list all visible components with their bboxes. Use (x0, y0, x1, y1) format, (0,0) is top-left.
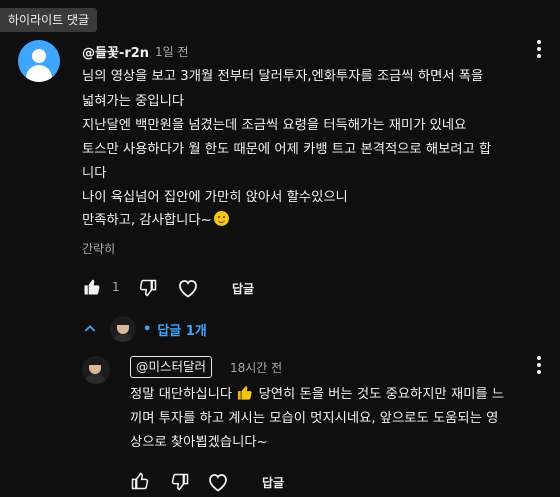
separator-dot: • (143, 321, 152, 337)
comment-text-line: 나이 육십넘어 집안에 가만히 앉아서 할수있으니 (82, 190, 348, 205)
reply-author-avatar[interactable] (82, 356, 110, 384)
comment-text-line: 님의 영상을 보고 3개월 전부터 달러투자,엔화투자를 조금씩 하면서 폭을 (82, 69, 484, 84)
reply-reply-button[interactable]: 답글 (262, 474, 284, 491)
creator-mini-avatar (110, 316, 136, 342)
dislike-icon[interactable] (138, 278, 158, 298)
reply-text-line-1: 정말 대단하십니다 당연히 돈을 버는 것도 중요하지만 재미를 느 (130, 384, 504, 405)
commenter-avatar[interactable] (18, 40, 60, 82)
show-less-button[interactable]: 간략히 (82, 240, 115, 257)
reply-dislike-icon[interactable] (170, 472, 190, 492)
reply-text-segment: 정말 대단하십니다 (130, 387, 233, 402)
reply-button[interactable]: 답글 (232, 280, 254, 297)
chevron-up-icon (84, 325, 96, 332)
heart-icon[interactable] (176, 276, 200, 300)
replies-toggle[interactable]: • 답글 1개 (82, 314, 207, 344)
reply-like-icon[interactable] (130, 471, 150, 491)
comment-time[interactable]: 1일 전 (155, 43, 189, 60)
reply-heart-icon[interactable] (206, 470, 230, 494)
reply-author-mention[interactable]: @미스터달러 (130, 356, 213, 378)
reply-text-line: 끼며 투자를 하고 계시는 모습이 멋지시네요, 앞으로도 도움되는 영 (130, 411, 499, 426)
comment-text-line: 지난달엔 백만원을 넘겼는데 조금씩 요령을 터득해가는 재미가 있네요 (82, 118, 467, 133)
comment-text-line-last: 만족하고, 감사합니다~ (82, 211, 229, 231)
comment-text-line: 넓혀가는 중입니다 (82, 94, 185, 109)
comment-more-actions-icon[interactable] (536, 40, 542, 60)
replies-count-label: 답글 1개 (157, 323, 207, 339)
reply-text-segment: 당연히 돈을 버는 것도 중요하지만 재미를 느 (258, 387, 505, 402)
reply-text-line: 상으로 찾아뵙겠습니다~ (130, 435, 268, 450)
thumbs-up-emoji (238, 386, 252, 400)
highlighted-comment-badge: 하이라이트 댓글 (0, 8, 98, 32)
comment-author[interactable]: @들꽃-r2n (82, 42, 149, 61)
comment-text-line: 만족하고, 감사합니다~ (82, 213, 212, 228)
reply-more-actions-icon[interactable] (536, 356, 542, 376)
comment-text-line: 니다 (82, 166, 107, 181)
comment-text-line: 토스만 사용하다가 월 한도 때문에 어제 카뱅 트고 본격적으로 해보려고 합 (82, 142, 492, 157)
smiling-face-emoji (213, 211, 229, 226)
reply-time[interactable]: 18시간 전 (230, 359, 282, 376)
like-count: 1 (112, 280, 120, 294)
like-icon[interactable] (82, 277, 102, 297)
